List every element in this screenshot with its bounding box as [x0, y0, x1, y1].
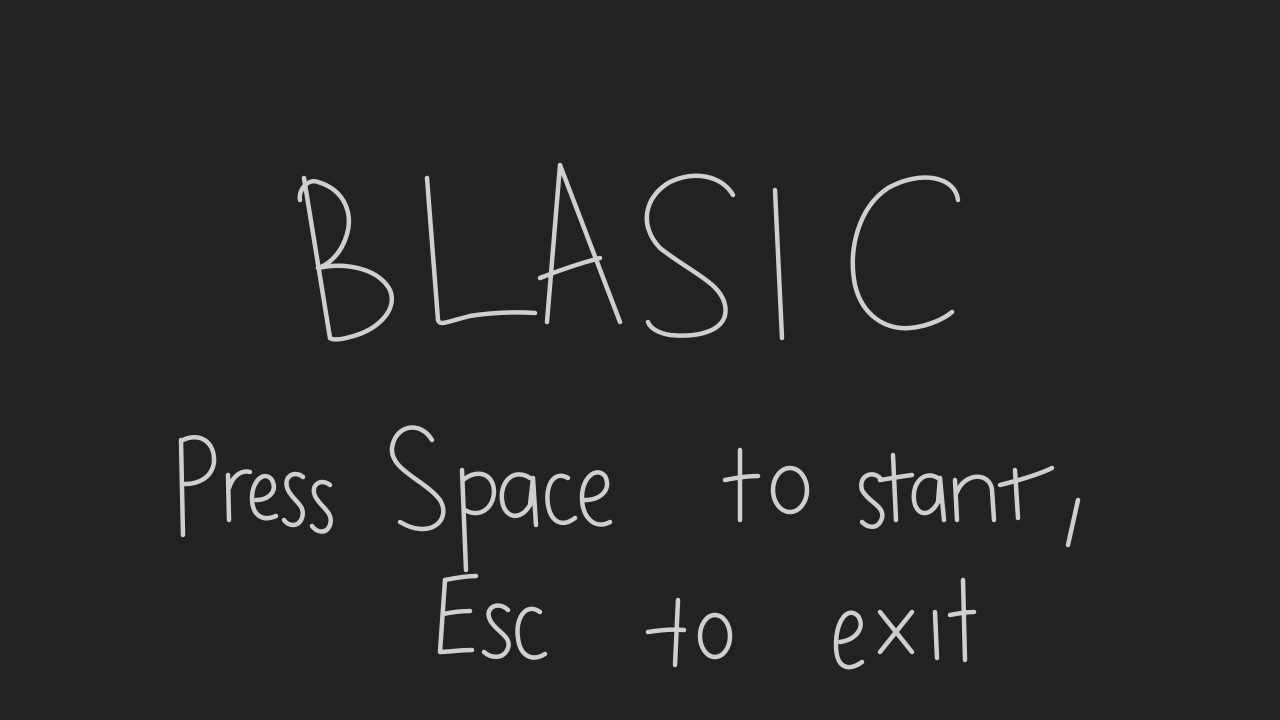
letter-i	[772, 187, 785, 341]
letter-l	[424, 175, 538, 326]
letter-a	[537, 162, 623, 325]
prompt-line-2-lettering	[437, 573, 977, 670]
handwritten-title-art	[178, 162, 1081, 670]
letter-b	[297, 175, 394, 342]
title-lettering	[297, 162, 961, 342]
title-screen: BLASIC Press Space to start, Esc to exit	[0, 0, 1280, 720]
letter-s	[644, 173, 736, 338]
prompt-line-1-lettering	[178, 425, 1081, 573]
letter-c	[850, 175, 961, 331]
